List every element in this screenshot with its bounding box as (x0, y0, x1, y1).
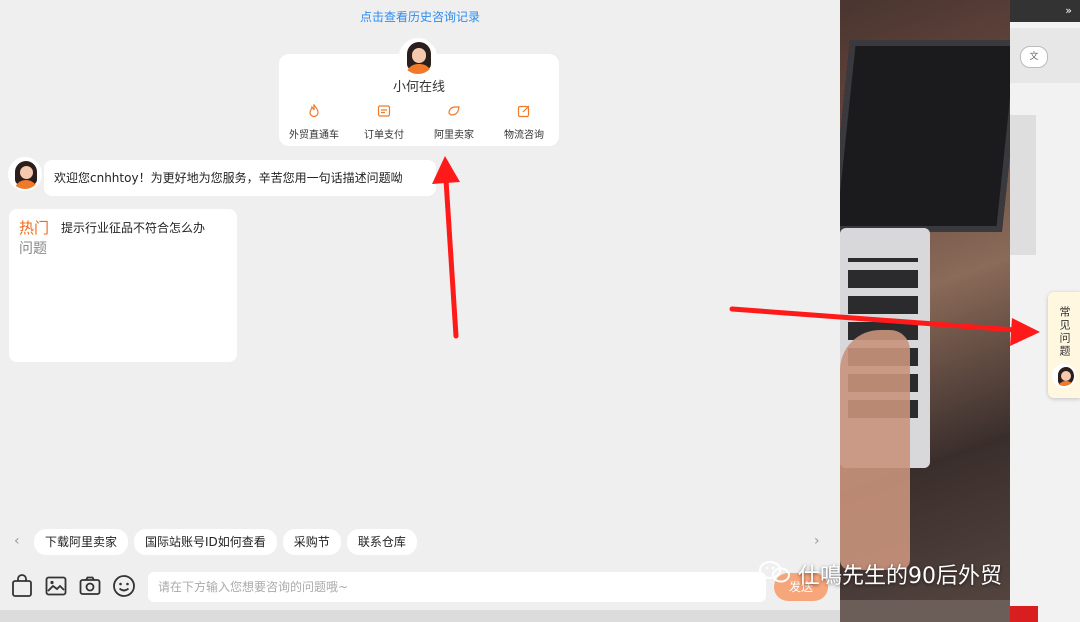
quick-link-trade-express[interactable]: 外贸直通车 (279, 104, 349, 141)
agent-avatar-icon (1052, 364, 1076, 388)
faq-tab[interactable]: 常见问题 (1048, 292, 1080, 398)
image-icon[interactable] (44, 574, 68, 598)
edit-icon (517, 105, 530, 118)
hot-tag: 热门 (19, 219, 50, 237)
red-button[interactable] (1010, 606, 1038, 622)
order-icon (377, 105, 391, 117)
watermark-text: 仕鳴先生的90后外贸 (798, 564, 1002, 589)
welcome-message: 欢迎您cnhhtoy！为更好地为您服务，辛苦您用一句话描述问题呦 (44, 160, 436, 196)
quick-link-label: 物流咨询 (504, 130, 544, 141)
agent-avatar-icon (8, 157, 42, 191)
watermark: 仕鳴先生的90后外贸 (758, 558, 1002, 590)
chat-bottom-strip (0, 610, 840, 622)
seller-icon (448, 106, 460, 116)
content-block (1010, 115, 1036, 255)
agent-avatar-icon (399, 38, 437, 76)
suggestion-chips: 下载阿里卖家 国际站账号ID如何查看 采购节 联系仓库 (34, 529, 417, 555)
quick-link-label: 订单支付 (364, 130, 404, 141)
bag-icon[interactable] (10, 574, 34, 598)
quick-link-logistics[interactable]: 物流咨询 (489, 104, 559, 141)
quick-link-ali-seller[interactable]: 阿里卖家 (419, 104, 489, 141)
input-toolbar: 请在下方输入您想要咨询的问题哦~ 发送 (0, 566, 840, 610)
chat-window: 点击查看历史咨询记录 小何在线 外贸直通车 订单支付 阿里卖家 物流咨询 欢迎您… (0, 0, 840, 610)
suggestion-bar: ‹ 下载阿里卖家 国际站账号ID如何查看 采购节 联系仓库 › (0, 521, 840, 563)
quick-link-order-payment[interactable]: 订单支付 (349, 104, 419, 141)
laptop-screen (840, 40, 1023, 232)
collapse-icon[interactable]: » (1010, 0, 1080, 22)
hot-questions-card: 热门 提示行业征品不符合怎么办 问题 (9, 209, 237, 362)
quick-link-label: 外贸直通车 (289, 130, 339, 141)
agent-name: 小何在线 (392, 80, 445, 95)
hand-image (840, 330, 910, 570)
suggestion-chip[interactable]: 下载阿里卖家 (34, 529, 129, 555)
hot-question-link[interactable]: 提示行业征品不符合怎么办 (61, 219, 205, 236)
faq-label: 常见问题 (1058, 306, 1071, 358)
chevron-right-icon[interactable]: › (814, 533, 820, 549)
history-link[interactable]: 点击查看历史咨询记录 (0, 8, 840, 25)
quick-link-label: 阿里卖家 (434, 130, 474, 141)
language-chip[interactable]: 文 (1020, 46, 1048, 68)
suggestion-chip[interactable]: 国际站账号ID如何查看 (134, 529, 277, 555)
chevron-left-icon[interactable]: ‹ (14, 533, 20, 549)
emoji-icon[interactable] (112, 574, 136, 598)
hot-subtitle: 问题 (19, 241, 47, 257)
wechat-icon (758, 559, 792, 590)
fire-icon (309, 104, 319, 118)
camera-icon[interactable] (78, 574, 102, 598)
suggestion-chip[interactable]: 采购节 (282, 529, 341, 555)
message-input[interactable]: 请在下方输入您想要咨询的问题哦~ (148, 572, 766, 602)
suggestion-chip[interactable]: 联系仓库 (346, 529, 417, 555)
quick-links: 外贸直通车 订单支付 阿里卖家 物流咨询 (279, 104, 559, 141)
